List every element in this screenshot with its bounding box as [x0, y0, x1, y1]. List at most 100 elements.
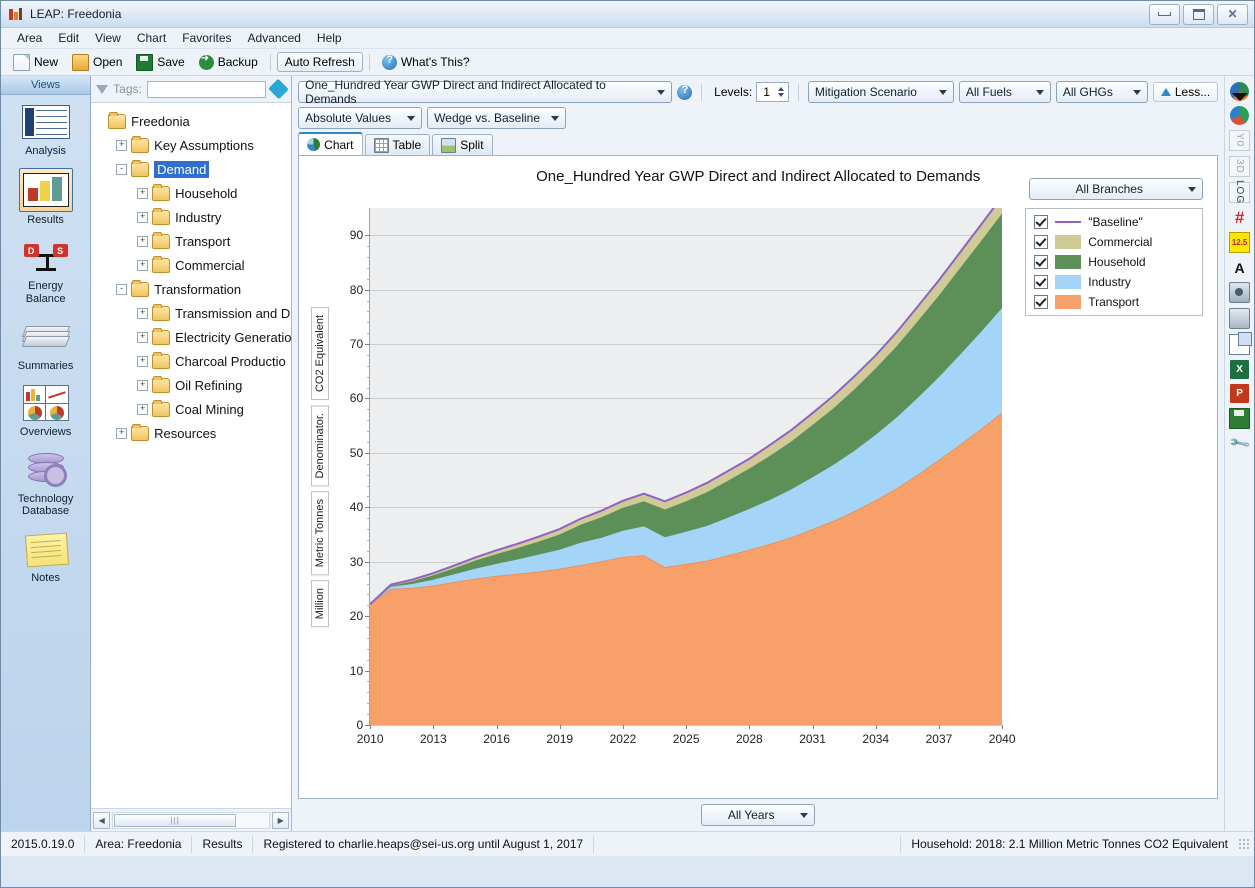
expand-icon[interactable]: + [137, 380, 148, 391]
collapse-icon[interactable]: - [116, 164, 127, 175]
tab-chart[interactable]: Chart [298, 132, 362, 155]
legend-checkbox[interactable] [1034, 255, 1048, 269]
tree-item-transport[interactable]: +Transport [95, 229, 291, 253]
snapshot-icon[interactable] [1229, 282, 1250, 303]
menu-edit[interactable]: Edit [50, 29, 87, 47]
tree-item-transmission-and-d[interactable]: +Transmission and D [95, 301, 291, 325]
export-excel-icon[interactable]: X [1230, 360, 1249, 379]
new-button[interactable]: New [7, 52, 64, 73]
menu-favorites[interactable]: Favorites [174, 29, 239, 47]
scroll-track[interactable]: ||| [112, 812, 270, 829]
scenario-dropdown[interactable]: Mitigation Scenario [808, 81, 954, 103]
tag-icon[interactable] [268, 79, 289, 100]
scroll-left-button[interactable]: ◀ [93, 812, 110, 829]
levels-stepper-arrows[interactable] [774, 87, 786, 97]
tab-split[interactable]: Split [432, 134, 492, 155]
tree-item-transformation[interactable]: -Transformation [95, 277, 291, 301]
menu-view[interactable]: View [87, 29, 129, 47]
tree-item-freedonia[interactable]: Freedonia [95, 109, 291, 133]
tree-item-charcoal-productio[interactable]: +Charcoal Productio [95, 349, 291, 373]
ghgs-dropdown[interactable]: All GHGs [1056, 81, 1148, 103]
scroll-right-button[interactable]: ▶ [272, 812, 289, 829]
save-chart-icon[interactable] [1229, 408, 1250, 429]
scroll-thumb[interactable]: ||| [114, 814, 236, 827]
sidebar-item-results[interactable]: Results [1, 162, 90, 231]
tree-item-industry[interactable]: +Industry [95, 205, 291, 229]
rotate-labels-icon[interactable]: A [1230, 258, 1249, 277]
whats-this-button[interactable]: What's This? [376, 53, 476, 72]
sidebar-item-analysis[interactable]: Analysis [1, 95, 90, 162]
tree-item-coal-mining[interactable]: +Coal Mining [95, 397, 291, 421]
log-scale-icon[interactable]: LOG [1229, 182, 1250, 203]
plot-area[interactable]: 0102030405060708090201020132016201920222… [369, 208, 1002, 726]
expand-icon[interactable]: + [116, 140, 127, 151]
chart-legend[interactable]: "Baseline"CommercialHouseholdIndustryTra… [1025, 208, 1203, 316]
tree-item-resources[interactable]: +Resources [95, 421, 291, 445]
tree-item-commercial[interactable]: +Commercial [95, 253, 291, 277]
menu-chart[interactable]: Chart [129, 29, 174, 47]
legend-checkbox[interactable] [1034, 295, 1048, 309]
color-pie-icon[interactable] [1230, 106, 1249, 125]
expand-icon[interactable]: + [137, 404, 148, 415]
levels-stepper[interactable]: 1 [756, 82, 789, 102]
expand-icon[interactable]: + [137, 188, 148, 199]
value-mode-dropdown[interactable]: Absolute Values [298, 107, 422, 129]
tree-horizontal-scrollbar[interactable]: ◀ ||| ▶ [91, 808, 291, 831]
data-labels-icon[interactable]: 12.5 [1229, 232, 1250, 253]
expand-icon[interactable]: + [137, 356, 148, 367]
open-button[interactable]: Open [66, 52, 128, 73]
legend-checkbox[interactable] [1034, 215, 1048, 229]
help-icon[interactable] [677, 85, 692, 100]
legend-item[interactable]: Transport [1034, 295, 1194, 309]
legend-item[interactable]: Industry [1034, 275, 1194, 289]
sidebar-item-energy-balance[interactable]: DS Energy Balance [1, 230, 90, 309]
collapse-icon[interactable]: - [116, 284, 127, 295]
expand-icon[interactable]: + [137, 260, 148, 271]
less-button[interactable]: Less... [1153, 82, 1218, 102]
legend-checkbox[interactable] [1034, 275, 1048, 289]
tree-item-electricity-generatio[interactable]: +Electricity Generatio [95, 325, 291, 349]
legend-checkbox[interactable] [1034, 235, 1048, 249]
maximize-button[interactable] [1183, 4, 1214, 25]
tree-item-demand[interactable]: -Demand [95, 157, 291, 181]
menu-help[interactable]: Help [309, 29, 350, 47]
chart-settings-icon[interactable]: 🔧 [1226, 430, 1252, 456]
expand-icon[interactable]: + [137, 236, 148, 247]
tree-item-key-assumptions[interactable]: +Key Assumptions [95, 133, 291, 157]
close-button[interactable]: ✕ [1217, 4, 1248, 25]
pie-chart-icon[interactable] [1230, 82, 1249, 101]
sidebar-item-notes[interactable]: Notes [1, 522, 90, 589]
tab-table[interactable]: Table [365, 134, 431, 155]
expand-icon[interactable]: + [137, 308, 148, 319]
expand-icon[interactable]: + [137, 332, 148, 343]
print-icon[interactable] [1229, 308, 1250, 329]
fuels-dropdown[interactable]: All Fuels [959, 81, 1051, 103]
comparison-mode-dropdown[interactable]: Wedge vs. Baseline [427, 107, 566, 129]
tags-input[interactable] [147, 81, 266, 98]
save-button[interactable]: Save [130, 52, 190, 73]
legend-item[interactable]: Household [1034, 255, 1194, 269]
tree-view[interactable]: Freedonia+Key Assumptions-Demand+Househo… [91, 103, 291, 808]
expand-icon[interactable]: + [116, 428, 127, 439]
chart-canvas[interactable]: One_Hundred Year GWP Direct and Indirect… [298, 155, 1218, 799]
expand-icon[interactable]: + [137, 212, 148, 223]
grid-icon[interactable]: # [1230, 208, 1249, 227]
tree-item-oil-refining[interactable]: +Oil Refining [95, 373, 291, 397]
legend-item[interactable]: "Baseline" [1034, 215, 1194, 229]
backup-button[interactable]: Backup [193, 53, 264, 72]
minimize-button[interactable] [1149, 4, 1180, 25]
auto-refresh-toggle[interactable]: Auto Refresh [277, 52, 363, 72]
funnel-icon[interactable] [96, 85, 108, 94]
tree-item-household[interactable]: +Household [95, 181, 291, 205]
sidebar-item-technology-database[interactable]: Technology Database [1, 443, 90, 522]
export-powerpoint-icon[interactable]: P [1230, 384, 1249, 403]
three-d-icon[interactable]: 3D [1229, 156, 1250, 177]
menu-advanced[interactable]: Advanced [240, 29, 309, 47]
menu-area[interactable]: Area [9, 29, 50, 47]
variable-dropdown[interactable]: One_Hundred Year GWP Direct and Indirect… [298, 81, 672, 103]
sidebar-item-overviews[interactable]: Overviews [1, 376, 90, 443]
sidebar-item-summaries[interactable]: Summaries [1, 310, 90, 377]
branches-dropdown[interactable]: All Branches [1029, 178, 1203, 200]
years-dropdown[interactable]: All Years [701, 804, 815, 826]
copy-icon[interactable] [1229, 334, 1250, 355]
